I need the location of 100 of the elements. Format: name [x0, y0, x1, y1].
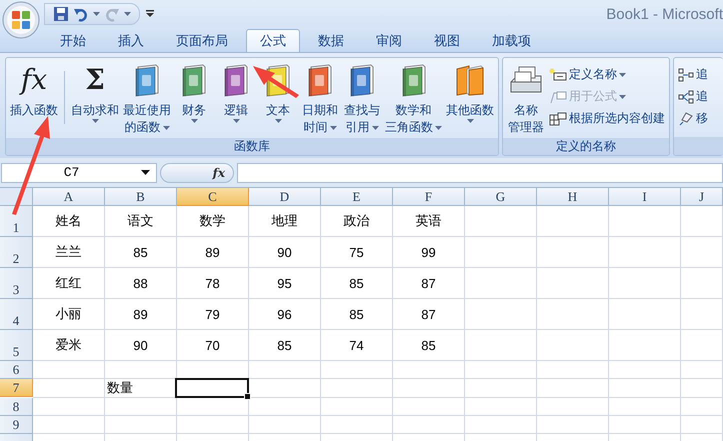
ribbon-button[interactable]: 其他函数	[445, 61, 495, 125]
column-header[interactable]: H	[537, 188, 609, 206]
table-cell	[609, 416, 681, 434]
table-cell	[465, 237, 537, 268]
table-cell: 85	[321, 268, 393, 299]
column-header[interactable]: A	[33, 188, 105, 206]
name-tag-icon	[549, 68, 567, 82]
table-cell: 78	[177, 268, 249, 299]
table-cell	[393, 398, 465, 416]
table-cell	[537, 268, 609, 299]
table-cell	[537, 330, 609, 361]
ribbon-button[interactable]: fx 插入函数	[9, 61, 59, 121]
ribbon-button[interactable]: 最近使用 的函数	[122, 61, 172, 138]
table-cell	[681, 416, 723, 434]
save-icon[interactable]	[53, 6, 69, 22]
ribbon-button[interactable]: Σ 自动求和	[70, 61, 120, 125]
column-header[interactable]: C	[177, 188, 249, 206]
row-header[interactable]: 7	[0, 379, 33, 397]
table-cell	[537, 206, 609, 237]
table-cell	[609, 361, 681, 379]
table-cell	[609, 379, 681, 398]
ribbon-button[interactable]: 移	[677, 108, 709, 129]
table-cell	[105, 361, 177, 379]
table-cell	[609, 398, 681, 416]
table-cell	[537, 299, 609, 330]
ribbon-tab[interactable]: 数据	[304, 29, 358, 52]
table-cell	[393, 416, 465, 434]
column-header[interactable]: F	[393, 188, 465, 206]
ribbon-button[interactable]: 追	[677, 64, 709, 85]
table-cell	[321, 398, 393, 416]
table-cell: 小丽	[33, 299, 105, 330]
table-cell: 88	[105, 268, 177, 299]
trace-icon	[678, 90, 694, 104]
column-header[interactable]: E	[321, 188, 393, 206]
window-title: Book1 - Microsoft	[606, 5, 723, 23]
formula-tag-icon	[549, 90, 567, 104]
table-cell: 爱米	[33, 330, 105, 361]
column-header[interactable]: D	[249, 188, 321, 206]
table-cell	[465, 268, 537, 299]
ribbon-button[interactable]: 数学和 三角函数	[384, 61, 443, 138]
formula-field[interactable]	[237, 162, 723, 182]
column-header[interactable]: J	[681, 188, 723, 206]
ribbon-button[interactable]: 逻辑	[216, 61, 256, 125]
row-header[interactable]: 1	[0, 206, 33, 237]
column-header[interactable]: B	[105, 188, 177, 206]
table-cell: 79	[177, 299, 249, 330]
column-header[interactable]: G	[465, 188, 537, 206]
column-header[interactable]: I	[609, 188, 681, 206]
ribbon-tab[interactable]: 插入	[104, 29, 158, 52]
table-cell	[609, 206, 681, 237]
insert-function-button[interactable]: fx	[160, 162, 234, 182]
table-cell: 兰兰	[33, 237, 105, 268]
customize-icon[interactable]	[146, 10, 154, 18]
table-cell: 90	[105, 330, 177, 361]
row-header[interactable]: 6	[0, 361, 33, 379]
table-cell	[537, 416, 609, 434]
row-header[interactable]: 3	[0, 268, 33, 299]
ribbon-button[interactable]: 财务	[174, 61, 214, 125]
table-cell	[465, 416, 537, 434]
row-header[interactable]: 2	[0, 237, 33, 268]
table-cell	[321, 361, 393, 379]
table-cell	[681, 206, 723, 237]
ribbon-button[interactable]: 定义名称	[548, 64, 666, 85]
ribbon-button[interactable]: 追	[677, 86, 709, 107]
table-cell: 89	[177, 237, 249, 268]
ribbon-button[interactable]: 日期和 时间	[300, 61, 340, 138]
table-cell	[105, 398, 177, 416]
table-cell: 数量	[105, 379, 177, 398]
table-cell	[537, 379, 609, 398]
ribbon-tab[interactable]: 公式	[246, 29, 300, 52]
row-header[interactable]: 4	[0, 299, 33, 330]
table-cell	[465, 398, 537, 416]
table-cell	[393, 361, 465, 379]
table-cell: 地理	[249, 206, 321, 237]
table-cell	[681, 237, 723, 268]
table-cell	[465, 299, 537, 330]
ribbon-button[interactable]: 名称 管理器	[506, 61, 546, 138]
ribbon-tab[interactable]: 审阅	[362, 29, 416, 52]
table-cell: 89	[105, 299, 177, 330]
caret-icon	[93, 12, 100, 16]
ribbon-button[interactable]: 根据所选内容创建	[548, 108, 666, 129]
row-header[interactable]: 8	[0, 398, 33, 416]
table-cell	[33, 416, 105, 434]
row-header[interactable]: 9	[0, 416, 33, 434]
row-header[interactable]: 5	[0, 330, 33, 361]
table-cell	[393, 379, 465, 398]
group-label: 函数库	[6, 138, 498, 155]
table-cell: 数学	[177, 206, 249, 237]
table-cell: 90	[249, 237, 321, 268]
table-cell: 英语	[393, 206, 465, 237]
table-cell	[465, 206, 537, 237]
ribbon-tab[interactable]: 视图	[420, 29, 474, 52]
table-cell	[681, 361, 723, 379]
name-box[interactable]: C7	[1, 162, 157, 182]
ribbon-button[interactable]: 查找与 引用	[342, 61, 382, 138]
table-cell: 96	[249, 299, 321, 330]
table-cell	[33, 361, 105, 379]
ribbon-tab[interactable]: 开始	[46, 29, 100, 52]
ribbon-tab[interactable]: 页面布局	[162, 29, 242, 52]
ribbon-tab[interactable]: 加载项	[478, 29, 545, 52]
